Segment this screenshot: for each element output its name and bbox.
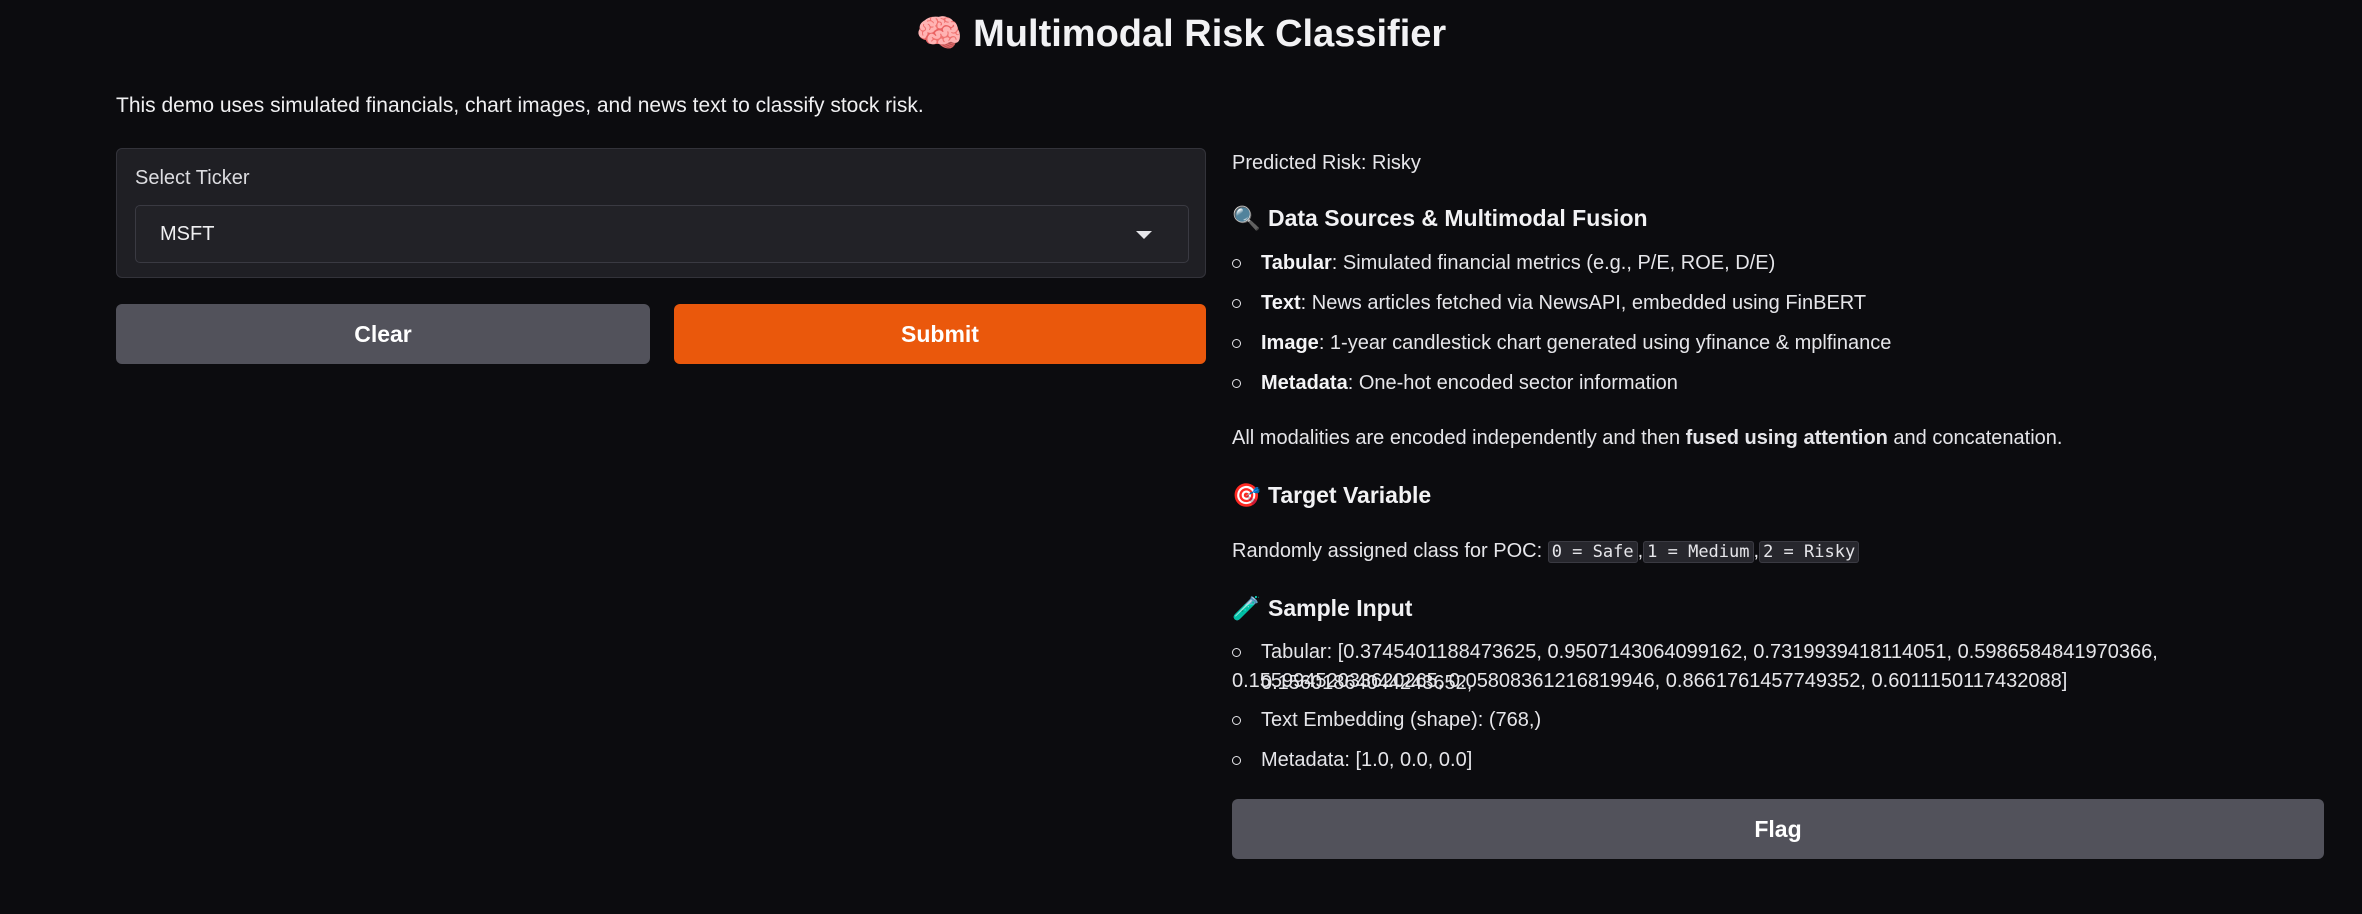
magnifier-icon: 🔍 xyxy=(1232,205,1261,231)
ticker-dropdown-panel: Select Ticker MSFT xyxy=(116,148,1206,278)
list-item: Tabular: Simulated financial metrics (e.… xyxy=(1232,248,2342,279)
list-item: Metadata: [1.0, 0.0, 0.0] xyxy=(1232,745,2342,776)
list-item: Text Embedding (shape): (768,) xyxy=(1232,705,2342,736)
page-title: 🧠 Multimodal Risk Classifier xyxy=(0,12,2362,56)
target-description: Randomly assigned class for POC: 0 = Saf… xyxy=(1232,540,1860,563)
fusion-description: All modalities are encoded independently… xyxy=(1232,427,2062,450)
bullet-icon xyxy=(1232,648,1241,657)
target-text: Randomly assigned class for POC: xyxy=(1232,540,1548,562)
list-item-key: Image xyxy=(1261,332,1319,354)
ticker-selected-value: MSFT xyxy=(160,223,215,245)
fusion-text-bold: fused using attention xyxy=(1685,427,1888,449)
embedding-sample: Text Embedding (shape): (768,) xyxy=(1261,709,1542,731)
list-item-text: : 1-year candlestick chart generated usi… xyxy=(1318,332,1892,354)
section-title: Target Variable xyxy=(1268,482,1432,508)
section-sample-heading: 🧪 Sample Input xyxy=(1232,595,1412,622)
brain-icon: 🧠 xyxy=(915,13,964,55)
list-item: Text: News articles fetched via NewsAPI,… xyxy=(1232,288,2342,319)
list-item-key: Metadata xyxy=(1261,372,1348,394)
bullet-icon xyxy=(1232,339,1241,348)
section-data-sources-heading: 🔍 Data Sources & Multimodal Fusion xyxy=(1232,205,1648,232)
fusion-text-post: and concatenation. xyxy=(1887,427,2063,449)
target-icon: 🎯 xyxy=(1232,482,1261,508)
flag-button[interactable]: Flag xyxy=(1232,799,2324,859)
predicted-risk: Predicted Risk: Risky xyxy=(1232,152,1421,174)
clear-button[interactable]: Clear xyxy=(116,304,650,364)
class-code: 1 = Medium xyxy=(1643,541,1754,563)
bullet-icon xyxy=(1232,379,1241,388)
section-title: Sample Input xyxy=(1268,595,1413,621)
list-item-text: : Simulated financial metrics (e.g., P/E… xyxy=(1331,252,1776,274)
class-code: 2 = Risky xyxy=(1759,541,1860,563)
list-item-key: Text xyxy=(1261,292,1301,314)
ticker-select[interactable]: MSFT xyxy=(135,205,1189,263)
metadata-sample: Metadata: [1.0, 0.0, 0.0] xyxy=(1261,749,1473,771)
submit-button[interactable]: Submit xyxy=(674,304,1206,364)
bullet-icon xyxy=(1232,756,1241,765)
list-item: Image: 1-year candlestick chart generate… xyxy=(1232,328,2342,359)
list-item-text: : One-hot encoded sector information xyxy=(1347,372,1678,394)
list-item-key: Tabular xyxy=(1261,252,1332,274)
list-item-continuation: 0.15599452033620265, 0.05808361216819946… xyxy=(1232,666,2342,697)
chevron-down-icon[interactable] xyxy=(1136,231,1152,239)
tabular-sample-line2: 0.15599452033620265, 0.05808361216819946… xyxy=(1232,670,2068,692)
section-title: Data Sources & Multimodal Fusion xyxy=(1268,205,1648,231)
section-target-heading: 🎯 Target Variable xyxy=(1232,482,1431,509)
ticker-label: Select Ticker xyxy=(135,167,250,189)
test-tube-icon: 🧪 xyxy=(1232,595,1261,621)
fusion-text-pre: All modalities are encoded independently… xyxy=(1232,427,1686,449)
app-description: This demo uses simulated financials, cha… xyxy=(116,94,924,117)
bullet-icon xyxy=(1232,259,1241,268)
class-code: 0 = Safe xyxy=(1547,541,1638,563)
list-item-text: : News articles fetched via NewsAPI, emb… xyxy=(1300,292,1867,314)
bullet-icon xyxy=(1232,716,1241,725)
list-item: Metadata: One-hot encoded sector informa… xyxy=(1232,368,2342,399)
app-title: Multimodal Risk Classifier xyxy=(973,13,1447,55)
bullet-icon xyxy=(1232,299,1241,308)
